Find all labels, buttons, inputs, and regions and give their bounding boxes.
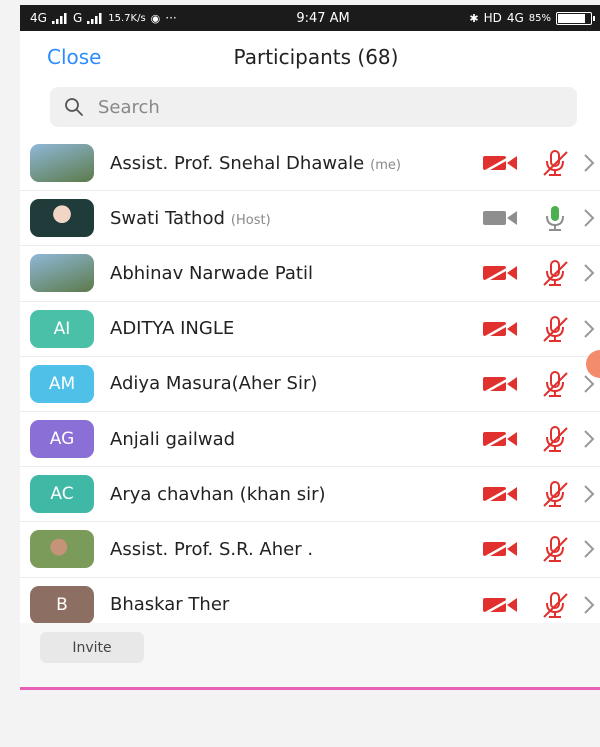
participant-row[interactable]: AI ADITYA INGLE	[20, 302, 600, 357]
search-icon	[65, 98, 83, 116]
avatar	[30, 199, 94, 238]
bluetooth-icon: ✱	[469, 11, 479, 25]
clock: 9:47 AM	[296, 10, 350, 26]
participant-row[interactable]: Abhinav Narwade Patil	[20, 246, 600, 302]
participant-name-text: Bhaskar Ther	[110, 594, 230, 616]
header: Close Participants (68)	[20, 31, 600, 81]
footer: Invite	[20, 623, 600, 688]
participant-role-tag: (Host)	[230, 212, 271, 228]
hd-label: HD	[483, 11, 502, 25]
avatar	[30, 254, 94, 293]
avatar: AI	[30, 309, 94, 348]
search-input[interactable]	[98, 96, 538, 118]
battery-icon	[556, 11, 595, 25]
network-label: G	[72, 11, 83, 25]
participant-name: Bhaskar Ther	[110, 594, 229, 615]
status-bar: 4G G 15.7K/s ◉ ··· 9:47 AM ✱ HD 4G 85%	[20, 5, 600, 31]
participant-name-text: Assist. Prof. Snehal Dhawale	[110, 152, 365, 174]
video-off-icon[interactable]	[482, 263, 518, 284]
invite-button[interactable]: Invite	[40, 632, 144, 663]
avatar	[30, 144, 94, 183]
signal-icon	[51, 12, 67, 24]
participant-name: Assist. Prof. S.R. Aher .	[110, 539, 313, 560]
network-label: 4G	[30, 11, 47, 25]
video-off-icon[interactable]	[482, 484, 518, 505]
participant-name-text: Arya chavhan (khan sir)	[110, 483, 326, 505]
battery-fill	[558, 13, 586, 23]
screen-frame: 4G G 15.7K/s ◉ ··· 9:47 AM ✱ HD 4G 85% C…	[0, 0, 600, 747]
mic-muted-icon[interactable]	[542, 370, 568, 398]
battery-percent: 85%	[528, 12, 551, 24]
phone-screen: 4G G 15.7K/s ◉ ··· 9:47 AM ✱ HD 4G 85% C…	[20, 5, 600, 688]
participant-name: Abhinav Narwade Patil	[110, 263, 313, 284]
video-off-icon[interactable]	[482, 373, 518, 394]
mic-muted-icon[interactable]	[542, 425, 568, 453]
participant-name: ADITYA INGLE	[110, 318, 234, 339]
network-label: 4G	[506, 11, 524, 25]
mic-muted-icon[interactable]	[542, 480, 568, 508]
mic-muted-icon[interactable]	[542, 315, 568, 343]
participant-name: Assist. Prof. Snehal Dhawale (me)	[110, 153, 401, 174]
avatar: AG	[30, 420, 94, 459]
video-off-icon[interactable]	[482, 153, 518, 173]
app-icon: ◉	[150, 11, 161, 25]
video-off-icon[interactable]	[482, 428, 518, 449]
chevron-right-icon[interactable]	[582, 262, 596, 284]
page-title: Participants (68)	[233, 45, 399, 69]
video-off-icon[interactable]	[482, 208, 518, 228]
video-off-icon[interactable]	[482, 318, 518, 339]
video-off-icon[interactable]	[482, 539, 518, 560]
avatar: AM	[30, 364, 94, 403]
mic-muted-icon[interactable]	[542, 591, 568, 619]
participant-name-text: Abhinav Narwade Patil	[110, 262, 313, 284]
participant-name: Anjali gailwad	[110, 429, 235, 450]
participant-row[interactable]: Swati Tathod (Host)	[20, 191, 600, 247]
chevron-right-icon[interactable]	[582, 207, 596, 229]
avatar	[30, 530, 94, 569]
chevron-right-icon[interactable]	[582, 428, 596, 450]
more-indicator: ···	[165, 11, 177, 25]
participant-name: Arya chavhan (khan sir)	[110, 484, 326, 505]
search-bar[interactable]	[50, 87, 577, 127]
network-speed: 15.7K/s	[108, 12, 146, 24]
participant-name-text: Swati Tathod	[110, 207, 225, 229]
chevron-right-icon[interactable]	[582, 318, 596, 340]
participant-role-tag: (me)	[370, 157, 401, 173]
avatar: AC	[30, 475, 94, 514]
participant-row[interactable]: AC Arya chavhan (khan sir)	[20, 467, 600, 523]
chevron-right-icon[interactable]	[582, 538, 596, 560]
participant-name: Swati Tathod (Host)	[110, 208, 271, 229]
participant-row[interactable]: Assist. Prof. S.R. Aher .	[20, 522, 600, 578]
signal-icon	[87, 12, 102, 24]
video-off-icon[interactable]	[482, 594, 518, 615]
participant-name-text: ADITYA INGLE	[110, 318, 235, 340]
participant-name-text: Anjali gailwad	[110, 428, 236, 450]
participant-list: Assist. Prof. Snehal Dhawale (me) Swati Ta…	[20, 136, 600, 633]
chevron-right-icon[interactable]	[582, 483, 596, 505]
mic-muted-icon[interactable]	[542, 259, 568, 287]
status-left: 4G G 15.7K/s ◉ ···	[30, 11, 177, 25]
status-right: ✱ HD 4G 85%	[469, 11, 595, 25]
mic-muted-icon[interactable]	[542, 149, 568, 177]
participant-row[interactable]: Assist. Prof. Snehal Dhawale (me)	[20, 136, 600, 192]
chevron-right-icon[interactable]	[582, 152, 596, 174]
chevron-right-icon[interactable]	[582, 594, 596, 616]
participant-name: Adiya Masura(Aher Sir)	[110, 373, 317, 394]
participant-row[interactable]: AM Adiya Masura(Aher Sir)	[20, 357, 600, 412]
mic-icon[interactable]	[542, 204, 568, 232]
avatar: B	[30, 585, 94, 624]
participant-row[interactable]: AG Anjali gailwad	[20, 412, 600, 468]
participant-name-text: Adiya Masura(Aher Sir)	[110, 373, 318, 395]
mic-muted-icon[interactable]	[542, 535, 568, 563]
participant-name-text: Assist. Prof. S.R. Aher .	[110, 538, 314, 560]
highlight-line	[20, 687, 600, 690]
